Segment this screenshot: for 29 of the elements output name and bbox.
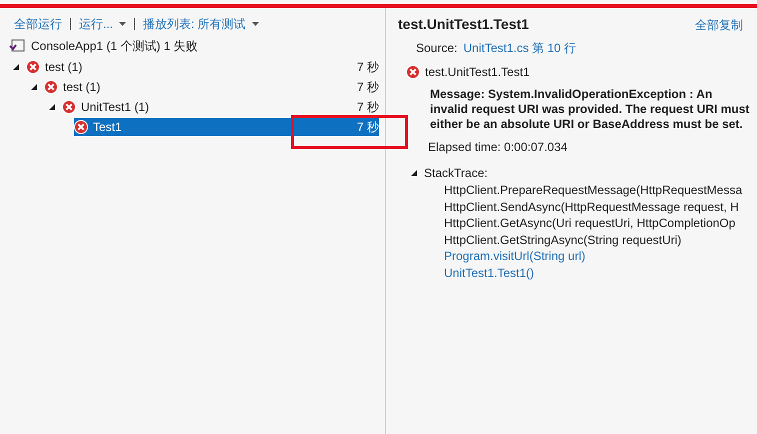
stack-frame: HttpClient.PrepareRequestMessage(HttpRequestMessa [398,182,757,198]
stack-frame-link[interactable]: UnitTest1.Test1() [398,264,757,281]
collapse-triangle-icon[interactable] [12,63,20,71]
stack-frame: HttpClient.SendAsync(HttpRequestMessage request, H [398,198,757,215]
tree-item[interactable]: Test1 7 秒 [74,118,379,136]
project-label: ConsoleApp1 (1 个测试) 1 失败 [31,38,198,55]
tree-item[interactable]: UnitTest1 (1) 7 秒 [62,98,379,116]
source-label: Source: [416,40,458,57]
stack-frame: HttpClient.GetAsync(Uri requestUri, HttpCompletionOp [398,215,757,232]
copy-all-link[interactable]: 全部复制 [695,16,743,34]
source-link[interactable]: UnitTest1.cs 第 10 行 [463,39,576,57]
caret-icon [252,22,259,26]
stacktrace-label: StackTrace: [424,165,488,182]
dropdown-button[interactable]: 运行... [79,15,126,33]
test-title: test.UnitTest1.Test1 [398,15,529,34]
error-message: Message: System.InvalidOperationException : An invalid request URI was provided. The request URI must either be an absolute URI or BaseAddress must be set. [429,87,750,132]
stack-frame-link[interactable]: Program.visitUrl(String url) [398,248,757,264]
project-icon [9,39,25,53]
caret-icon [119,22,126,26]
tree-item[interactable]: test (1) 7 秒 [44,78,379,96]
tree-item[interactable]: test (1) 7 秒 [26,58,379,76]
collapse-triangle-icon[interactable] [410,169,418,177]
elapsed-time: Elapsed time: 0:00:07.034 [427,139,568,156]
toolbar-link[interactable]: 全部运行 [14,15,62,33]
dropdown-button[interactable]: 播放列表: 所有测试 [143,15,259,33]
result-name: test.UnitTest1.Test1 [425,64,530,81]
collapse-triangle-icon[interactable] [30,83,38,91]
stack-frame: HttpClient.GetStringAsync(String requestUri) [398,232,757,248]
collapse-triangle-icon[interactable] [48,103,56,111]
